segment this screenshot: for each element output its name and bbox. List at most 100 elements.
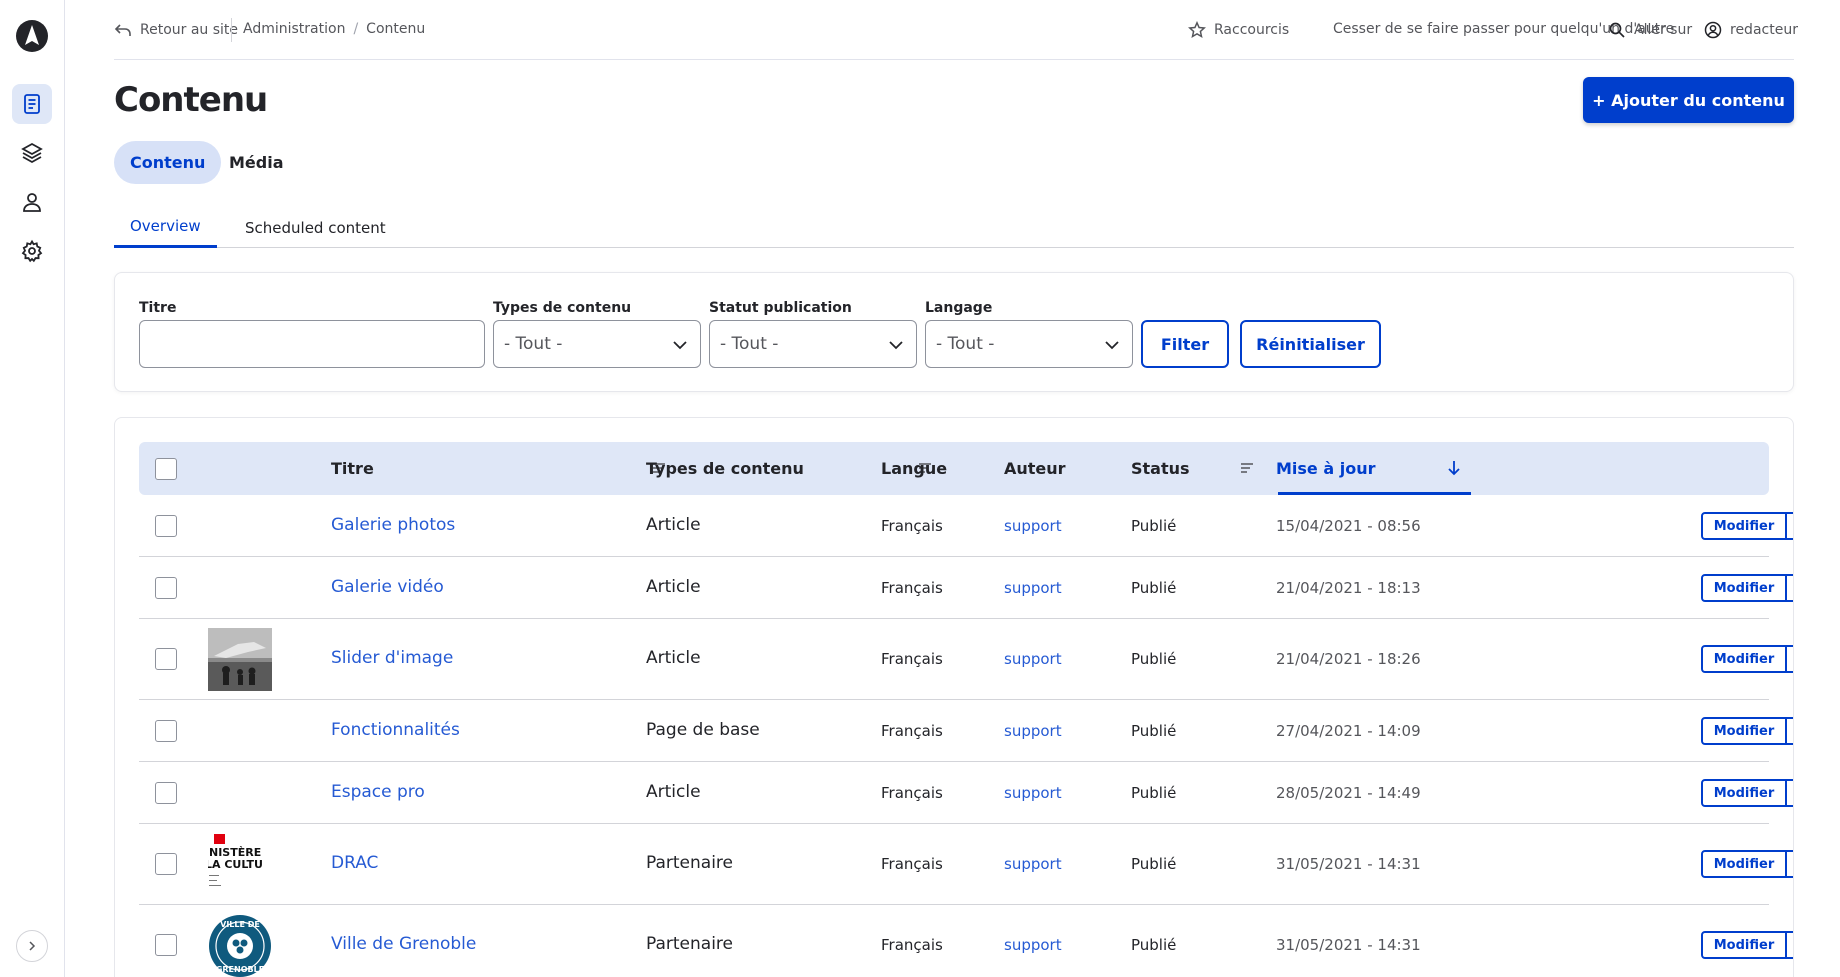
row-checkbox[interactable] [155,720,177,742]
tab-contenu[interactable]: Contenu [114,141,222,184]
edit-dropdown-toggle[interactable] [1787,852,1793,876]
filter-button[interactable]: Filter [1141,320,1229,368]
edit-button[interactable]: Modifier [1703,719,1787,743]
edit-dropdown-toggle[interactable] [1787,647,1793,671]
column-header-updated[interactable]: Mise à jour [1276,459,1375,478]
chevron-down-icon [1105,341,1119,350]
row-title-link[interactable]: Galerie photos [331,515,455,535]
divider [231,18,232,42]
search-icon [1609,22,1625,38]
row-author-link[interactable]: support [1004,650,1062,668]
table-row: Slider d'image Article Français support … [139,619,1793,700]
row-status: Publié [1131,579,1177,597]
edit-button[interactable]: Modifier [1703,576,1787,600]
row-language: Français [881,517,943,535]
row-author-link[interactable]: support [1004,517,1062,535]
sort-descending-arrow-icon[interactable] [1447,459,1461,477]
breadcrumb-contenu[interactable]: Contenu [366,21,425,37]
tab-overview[interactable]: Overview [114,207,217,248]
page-title: Contenu [114,80,268,120]
row-type: Article [646,515,701,535]
add-content-button[interactable]: + Ajouter du contenu [1583,77,1794,123]
secondary-tabs: Overview Scheduled content [114,207,1794,248]
row-author-link[interactable]: support [1004,784,1062,802]
row-author-link[interactable]: support [1004,722,1062,740]
row-author-link[interactable]: support [1004,855,1062,873]
shortcuts-link[interactable]: Raccourcis [1188,21,1289,39]
row-checkbox[interactable] [155,515,177,537]
edit-dropdown-toggle[interactable] [1787,781,1793,805]
drupal-logo-icon[interactable] [16,20,48,52]
edit-button[interactable]: Modifier [1703,933,1787,957]
shortcuts-label: Raccourcis [1214,22,1290,38]
edit-dropdown-toggle[interactable] [1787,514,1793,538]
edit-dropbutton: Modifier [1701,717,1793,745]
sidebar [0,0,65,977]
language-filter-select[interactable]: - Tout - [925,320,1133,368]
logo-text-bottom: GRENOBLE [216,965,264,974]
row-thumbnail-logo-grenoble: VILLE DE GRENOBLE [208,914,272,977]
edit-dropdown-toggle[interactable] [1787,719,1793,743]
type-filter-value: - Tout - [504,334,563,354]
tab-media[interactable]: Média [213,141,300,184]
back-to-site-link[interactable]: Retour au site [114,21,238,39]
row-updated: 31/05/2021 - 14:31 [1276,855,1421,873]
breadcrumb-administration[interactable]: Administration [243,21,345,37]
content-nav-button[interactable] [12,84,52,124]
row-checkbox[interactable] [155,934,177,956]
row-title-link[interactable]: DRAC [331,853,378,873]
row-updated: 21/04/2021 - 18:13 [1276,579,1421,597]
back-to-site-label: Retour au site [140,22,239,38]
user-icon [23,193,41,212]
row-title-link[interactable]: Ville de Grenoble [331,934,476,954]
tab-scheduled-content[interactable]: Scheduled content [229,207,402,248]
row-title-link[interactable]: Fonctionnalités [331,720,460,740]
row-status: Publié [1131,517,1177,535]
title-filter-input[interactable] [139,320,485,368]
row-updated: 21/04/2021 - 18:26 [1276,650,1421,668]
sort-icon[interactable] [1240,461,1254,475]
status-filter-label: Statut publication [709,300,852,316]
edit-button[interactable]: Modifier [1703,514,1787,538]
edit-dropbutton: Modifier [1701,779,1793,807]
breadcrumb-separator: / [353,21,359,37]
people-nav-button[interactable] [12,182,52,222]
status-filter-select[interactable]: - Tout - [709,320,917,368]
row-author-link[interactable]: support [1004,936,1062,954]
edit-button[interactable]: Modifier [1703,852,1787,876]
expand-sidebar-button[interactable] [16,930,48,962]
edit-dropdown-toggle[interactable] [1787,576,1793,600]
config-nav-button[interactable] [12,231,52,271]
return-arrow-icon [114,24,131,36]
row-checkbox[interactable] [155,853,177,875]
row-updated: 28/05/2021 - 14:49 [1276,784,1421,802]
row-title-link[interactable]: Galerie vidéo [331,577,444,597]
edit-button[interactable]: Modifier [1703,781,1787,805]
row-language: Français [881,936,943,954]
column-header-status[interactable]: Status [1131,459,1190,478]
row-thumbnail-photo [208,628,272,691]
edit-button[interactable]: Modifier [1703,647,1787,671]
column-header-language: Langue [881,459,948,478]
layers-icon [21,142,43,164]
row-checkbox[interactable] [155,782,177,804]
logo-red-block [214,834,225,844]
column-header-type[interactable]: Types de contenu [646,459,804,478]
row-checkbox[interactable] [155,648,177,670]
row-title-link[interactable]: Slider d'image [331,648,453,668]
filter-form: Titre Types de contenu - Tout - Statut p… [114,272,1794,392]
row-author-link[interactable]: support [1004,579,1062,597]
column-header-title[interactable]: Titre [331,459,374,478]
edit-dropdown-toggle[interactable] [1787,933,1793,957]
row-status: Publié [1131,855,1177,873]
select-all-checkbox[interactable] [155,458,177,480]
goto-link[interactable]: Aller sur [1608,21,1692,39]
chevron-down-icon [889,341,903,350]
reset-button[interactable]: Réinitialiser [1240,320,1381,368]
row-type: Page de base [646,720,760,740]
row-checkbox[interactable] [155,577,177,599]
type-filter-select[interactable]: - Tout - [493,320,701,368]
structure-nav-button[interactable] [12,133,52,173]
user-menu[interactable]: redacteur [1704,21,1798,39]
row-title-link[interactable]: Espace pro [331,782,425,802]
